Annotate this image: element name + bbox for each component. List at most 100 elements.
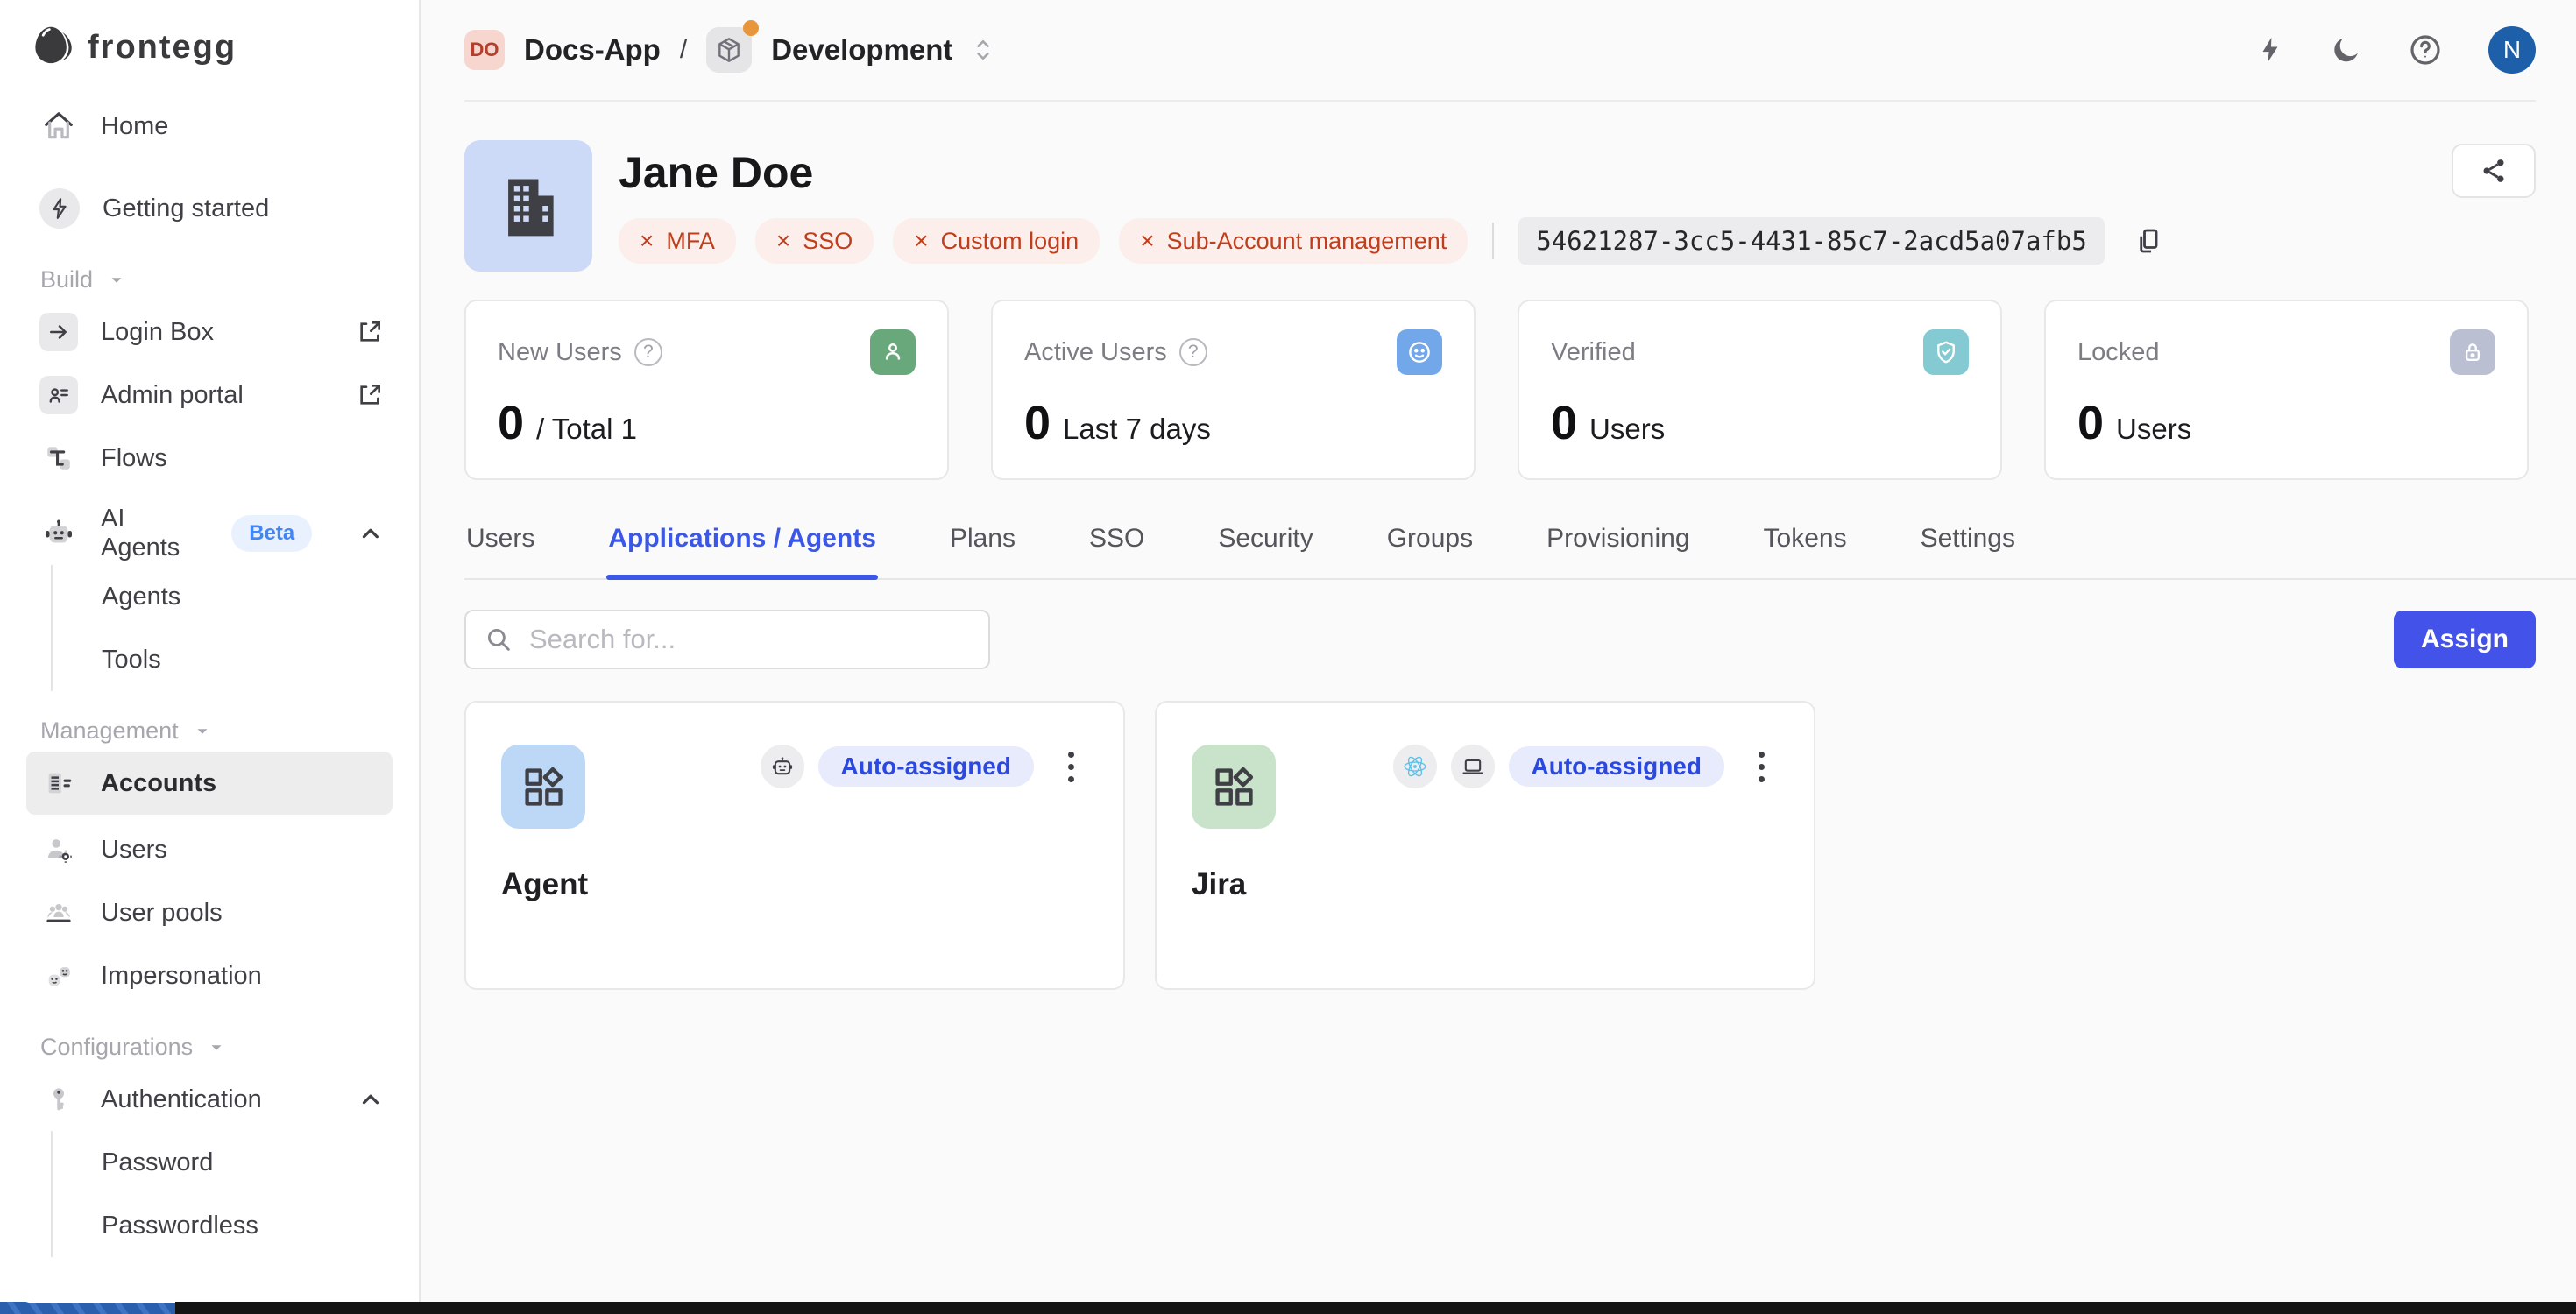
feature-tag-sso[interactable]: × SSO bbox=[755, 218, 874, 264]
chevron-up-icon[interactable] bbox=[357, 1086, 384, 1113]
sidebar-item-label: Flows bbox=[101, 444, 167, 473]
sidebar-item-getting-started[interactable]: Getting started bbox=[0, 177, 419, 240]
sidebar-item-passwordless[interactable]: Passwordless bbox=[53, 1194, 419, 1257]
copy-icon bbox=[2133, 225, 2164, 257]
sidebar-item-impersonation[interactable]: Impersonation bbox=[0, 944, 419, 1007]
breadcrumb-environment-name[interactable]: Development bbox=[771, 33, 952, 67]
brand-name: frontegg bbox=[88, 29, 237, 67]
app-name: Jira bbox=[1192, 867, 1779, 902]
tenant-header: Jane Doe × MFA × SSO × Custom login bbox=[464, 140, 2536, 272]
stat-label: Locked bbox=[2077, 338, 2160, 367]
search-input[interactable] bbox=[464, 610, 990, 669]
sidebar-section-build[interactable]: Build bbox=[40, 266, 419, 293]
authentication-subgroup: Password Passwordless bbox=[51, 1131, 419, 1257]
sidebar-item-flows[interactable]: Flows bbox=[0, 427, 419, 490]
search-icon bbox=[484, 625, 513, 654]
sidebar-item-home[interactable]: Home bbox=[0, 95, 419, 158]
apps-grid: Auto-assigned Agent bbox=[464, 701, 2536, 990]
stat-card-verified: Verified 0 Users bbox=[1518, 300, 2002, 480]
remove-tag-icon[interactable]: × bbox=[914, 227, 928, 255]
tab-settings[interactable]: Settings bbox=[1919, 515, 2017, 578]
dark-mode-moon-icon[interactable] bbox=[2331, 34, 2362, 66]
sidebar-item-admin-portal[interactable]: Admin portal bbox=[0, 364, 419, 427]
sidebar-item-ai-agents[interactable]: AI Agents Beta bbox=[0, 502, 419, 565]
tab-applications-agents[interactable]: Applications / Agents bbox=[606, 515, 878, 578]
stat-caption: Last 7 days bbox=[1063, 413, 1211, 446]
card-menu-button[interactable] bbox=[1053, 746, 1088, 787]
share-button[interactable] bbox=[2452, 144, 2536, 198]
sidebar-item-users[interactable]: Users bbox=[0, 818, 419, 881]
tab-security[interactable]: Security bbox=[1216, 515, 1314, 578]
sidebar-item-label: Tools bbox=[102, 646, 161, 675]
sidebar-item-label: Accounts bbox=[101, 769, 216, 798]
tab-groups[interactable]: Groups bbox=[1385, 515, 1475, 578]
breadcrumb-app-name[interactable]: Docs-App bbox=[524, 33, 661, 67]
app-initials-chip[interactable]: DO bbox=[464, 30, 505, 70]
divider bbox=[1492, 223, 1494, 259]
sidebar-item-label: Impersonation bbox=[101, 962, 262, 991]
sidebar-item-password[interactable]: Password bbox=[53, 1131, 419, 1194]
sidebar-item-label: Authentication bbox=[101, 1085, 262, 1114]
help-icon[interactable]: ? bbox=[1179, 338, 1207, 366]
tab-users[interactable]: Users bbox=[464, 515, 536, 578]
stat-label: Active Users bbox=[1024, 338, 1167, 367]
desktop-app-icon bbox=[1451, 745, 1495, 788]
new-user-icon bbox=[870, 329, 916, 375]
environment-chip[interactable] bbox=[706, 27, 752, 73]
app-icon bbox=[1192, 745, 1276, 829]
user-gear-icon bbox=[39, 830, 78, 869]
feature-tag-sub-account[interactable]: × Sub-Account management bbox=[1119, 218, 1468, 264]
tag-label: Sub-Account management bbox=[1167, 228, 1447, 255]
sidebar-item-authentication[interactable]: Authentication bbox=[0, 1068, 419, 1131]
tag-label: Custom login bbox=[941, 228, 1079, 255]
stat-label: Verified bbox=[1551, 338, 1636, 367]
lightning-icon bbox=[39, 188, 80, 229]
tenant-building-icon bbox=[464, 140, 592, 272]
brand-logo[interactable]: frontegg bbox=[0, 0, 419, 95]
sidebar-item-label: AI Agents bbox=[101, 505, 209, 562]
tab-sso[interactable]: SSO bbox=[1087, 515, 1146, 578]
sidebar-item-tools[interactable]: Tools bbox=[53, 628, 419, 691]
stat-caption: / Total 1 bbox=[536, 413, 637, 446]
react-framework-icon bbox=[1393, 745, 1437, 788]
sidebar-section-management[interactable]: Management bbox=[40, 717, 419, 745]
tab-plans[interactable]: Plans bbox=[948, 515, 1017, 578]
stat-caption: Users bbox=[2116, 413, 2191, 446]
help-icon[interactable]: ? bbox=[634, 338, 662, 366]
feature-tag-custom-login[interactable]: × Custom login bbox=[893, 218, 1100, 264]
environment-switcher-icon[interactable] bbox=[972, 35, 994, 65]
external-link-icon[interactable] bbox=[356, 318, 384, 346]
cube-icon bbox=[715, 36, 743, 64]
sidebar-item-login-box[interactable]: Login Box bbox=[0, 300, 419, 364]
external-link-icon[interactable] bbox=[356, 381, 384, 409]
robot-icon bbox=[39, 514, 78, 553]
sidebar-item-agents[interactable]: Agents bbox=[53, 565, 419, 628]
stat-value: 0 bbox=[1551, 396, 1577, 450]
chevron-up-icon[interactable] bbox=[357, 520, 384, 547]
tab-tokens[interactable]: Tokens bbox=[1762, 515, 1849, 578]
stat-value: 0 bbox=[498, 396, 524, 450]
remove-tag-icon[interactable]: × bbox=[640, 227, 654, 255]
page-title: Jane Doe bbox=[619, 147, 2164, 198]
breadcrumb-separator: / bbox=[680, 35, 687, 65]
card-menu-button[interactable] bbox=[1744, 746, 1779, 787]
stats-row: New Users ? 0 / Total 1 Active Users bbox=[464, 300, 2536, 480]
user-avatar[interactable]: N bbox=[2488, 26, 2536, 74]
tab-provisioning[interactable]: Provisioning bbox=[1545, 515, 1691, 578]
sidebar-section-configurations[interactable]: Configurations bbox=[40, 1034, 419, 1061]
remove-tag-icon[interactable]: × bbox=[1140, 227, 1154, 255]
sidebar-item-label: Agents bbox=[102, 583, 180, 611]
quick-actions-bolt-icon[interactable] bbox=[2255, 32, 2285, 67]
app-card-agent[interactable]: Auto-assigned Agent bbox=[464, 701, 1125, 990]
remove-tag-icon[interactable]: × bbox=[776, 227, 790, 255]
assign-button[interactable]: Assign bbox=[2394, 611, 2536, 668]
sidebar-item-accounts[interactable]: Accounts bbox=[26, 752, 393, 815]
feature-tag-mfa[interactable]: × MFA bbox=[619, 218, 736, 264]
tab-bar: Users Applications / Agents Plans SSO Se… bbox=[464, 515, 2576, 580]
auto-assigned-badge: Auto-assigned bbox=[1509, 746, 1724, 787]
sidebar-item-user-pools[interactable]: User pools bbox=[0, 881, 419, 944]
help-icon[interactable] bbox=[2408, 32, 2443, 67]
frontegg-egg-icon bbox=[33, 23, 79, 73]
app-card-jira[interactable]: Auto-assigned Jira bbox=[1155, 701, 1815, 990]
copy-tenant-id-button[interactable] bbox=[2133, 225, 2164, 257]
